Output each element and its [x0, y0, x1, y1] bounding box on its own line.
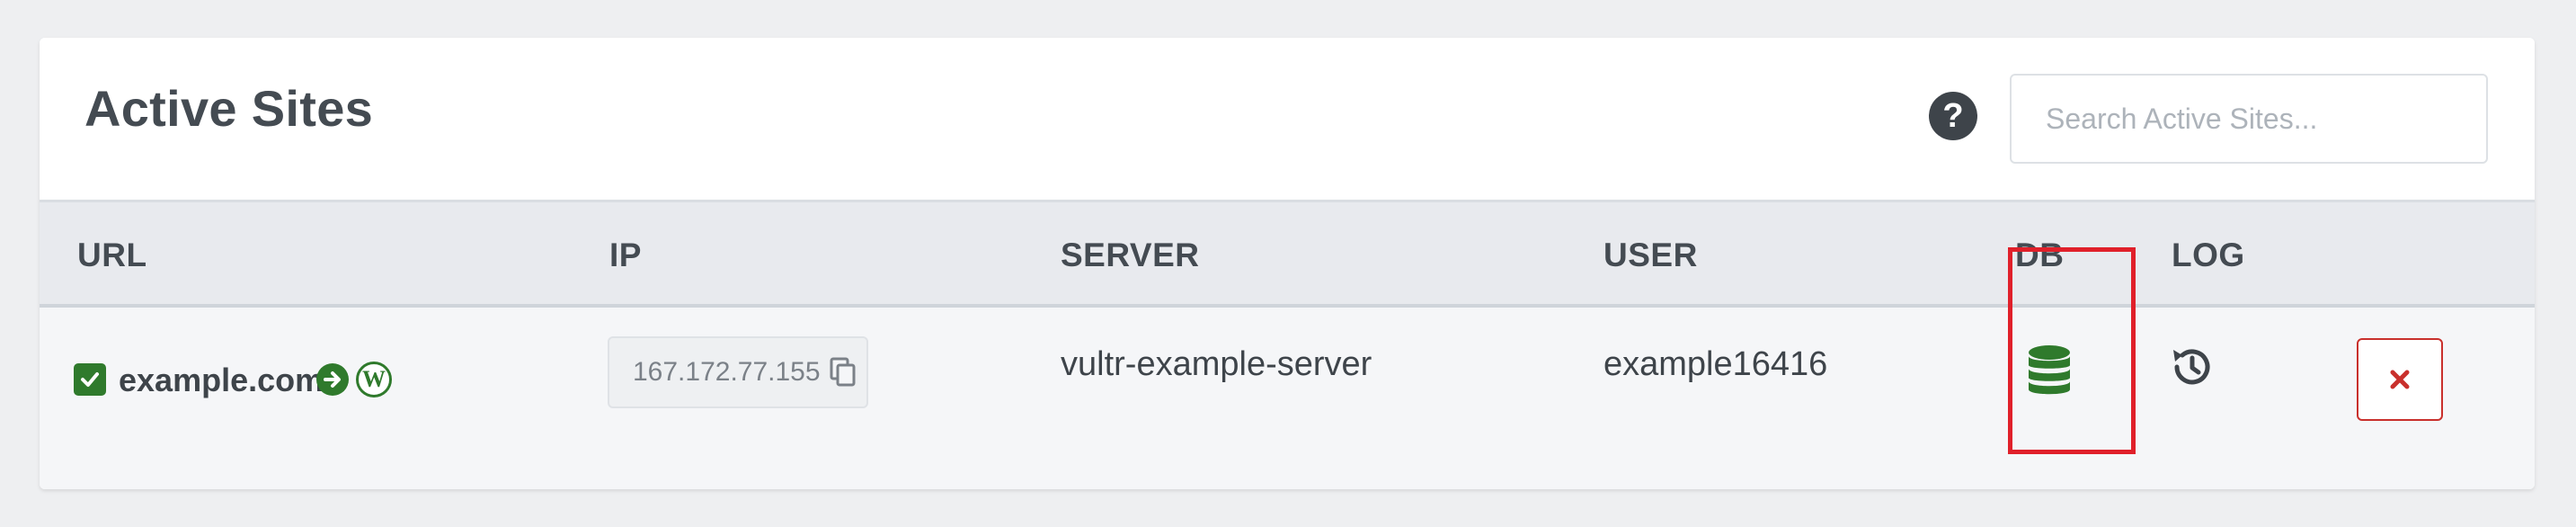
- ip-field: 167.172.77.155: [608, 336, 868, 408]
- user-name: example16416: [1603, 345, 1828, 383]
- column-header-ip: IP: [609, 237, 642, 273]
- active-sites-card: Active Sites ? URL IP SERVER USER DB LOG…: [40, 38, 2535, 489]
- table-header: URL IP SERVER USER DB LOG: [40, 200, 2535, 308]
- column-header-db: DB: [2015, 237, 2065, 273]
- delete-button[interactable]: [2357, 338, 2443, 421]
- arrow-right-circle-icon[interactable]: [316, 363, 349, 396]
- column-header-url: URL: [77, 237, 147, 273]
- column-header-user: USER: [1603, 237, 1698, 273]
- wordpress-mark: W: [362, 366, 386, 392]
- page-title: Active Sites: [84, 80, 374, 137]
- column-header-log: LOG: [2172, 237, 2245, 273]
- card-header: Active Sites ?: [40, 38, 2535, 200]
- server-name: vultr-example-server: [1061, 345, 1372, 383]
- close-icon: [2390, 370, 2410, 389]
- table-row: example.com W 167.172.77.155 vultr-examp…: [40, 308, 2535, 489]
- help-symbol: ?: [1942, 96, 1964, 135]
- history-icon[interactable]: [2168, 344, 2215, 390]
- database-icon[interactable]: [2026, 344, 2073, 397]
- ip-address: 167.172.77.155: [633, 357, 821, 387]
- checkbox-checked-icon[interactable]: [74, 363, 106, 396]
- site-url-link[interactable]: example.com: [119, 362, 324, 399]
- search-input[interactable]: [2010, 74, 2488, 164]
- wordpress-icon[interactable]: W: [356, 362, 392, 397]
- column-header-server: SERVER: [1061, 237, 1200, 273]
- copy-icon[interactable]: [830, 357, 857, 388]
- question-circle-icon[interactable]: ?: [1929, 92, 1977, 140]
